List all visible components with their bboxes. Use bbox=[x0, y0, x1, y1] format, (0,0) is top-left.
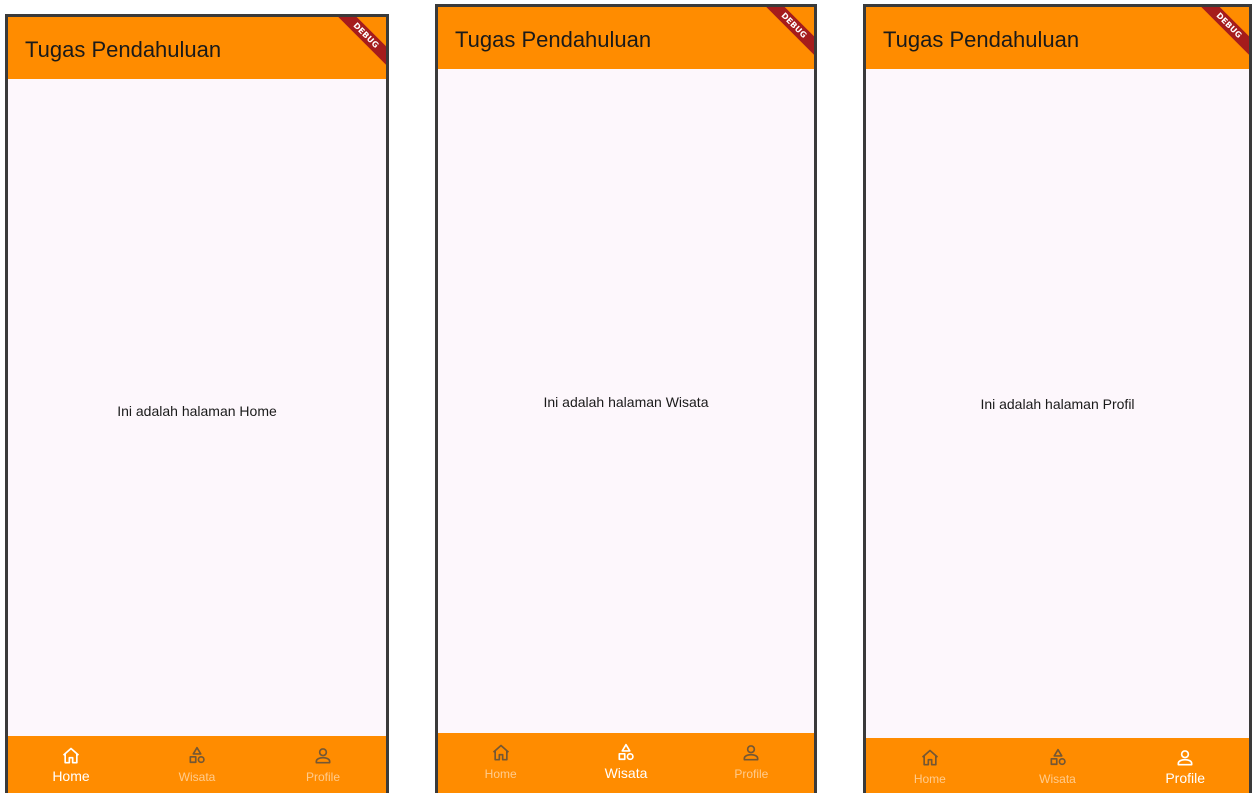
debug-label: DEBUG bbox=[1196, 7, 1249, 59]
nav-label-profile: Profile bbox=[305, 770, 340, 784]
app-bar-title: Tugas Pendahuluan bbox=[883, 27, 1080, 52]
debug-label: DEBUG bbox=[761, 7, 814, 59]
nav-label-home: Home bbox=[52, 768, 90, 784]
page-message: Ini adalah halaman Wisata bbox=[543, 394, 709, 410]
debug-banner: DEBUG bbox=[1189, 7, 1249, 67]
nav-item-profile[interactable]: Profile bbox=[1121, 738, 1249, 793]
nav-item-home[interactable]: Home bbox=[866, 738, 994, 793]
nav-label-home: Home bbox=[484, 767, 517, 781]
nav-item-wisata[interactable]: Wisata bbox=[563, 733, 688, 793]
nav-item-profile[interactable]: Profile bbox=[260, 736, 386, 793]
app-bar: Tugas Pendahuluan DEBUG bbox=[438, 7, 814, 69]
page-message: Ini adalah halaman Home bbox=[117, 403, 277, 419]
phone-screen-profile: Tugas Pendahuluan DEBUG Ini adalah halam… bbox=[863, 4, 1252, 793]
bottom-navigation-bar: Home Wisata Profile bbox=[8, 736, 386, 793]
bottom-navigation-bar: Home Wisata Profile bbox=[438, 733, 814, 793]
app-bar-title: Tugas Pendahuluan bbox=[25, 37, 222, 62]
person-icon bbox=[1177, 750, 1193, 766]
debug-banner: DEBUG bbox=[326, 17, 386, 77]
shapes-icon bbox=[1050, 748, 1066, 766]
person-icon bbox=[315, 748, 331, 764]
nav-item-wisata[interactable]: Wisata bbox=[994, 738, 1122, 793]
nav-item-home[interactable]: Home bbox=[8, 736, 134, 793]
nav-label-home: Home bbox=[913, 772, 946, 786]
shapes-icon bbox=[618, 743, 634, 761]
shapes-icon bbox=[189, 746, 205, 764]
debug-banner: DEBUG bbox=[754, 7, 814, 67]
app-bar: Tugas Pendahuluan DEBUG bbox=[866, 7, 1249, 69]
page-body: Ini adalah halaman Wisata bbox=[438, 69, 814, 733]
nav-label-wisata: Wisata bbox=[178, 770, 216, 784]
page-message: Ini adalah halaman Profil bbox=[980, 396, 1135, 412]
page-body: Ini adalah halaman Home bbox=[8, 79, 386, 736]
home-icon bbox=[62, 747, 80, 764]
nav-item-home[interactable]: Home bbox=[438, 733, 563, 793]
app-bar: Tugas Pendahuluan DEBUG bbox=[8, 17, 386, 79]
home-icon bbox=[492, 744, 509, 761]
phone-screen-home: Tugas Pendahuluan DEBUG Ini adalah halam… bbox=[5, 14, 389, 793]
bottom-navigation-bar: Home Wisata Profile bbox=[866, 738, 1249, 793]
debug-label: DEBUG bbox=[333, 17, 386, 69]
nav-item-wisata[interactable]: Wisata bbox=[134, 736, 260, 793]
nav-item-profile[interactable]: Profile bbox=[689, 733, 814, 793]
page-body: Ini adalah halaman Profil bbox=[866, 69, 1249, 738]
person-icon bbox=[743, 745, 759, 761]
nav-label-wisata: Wisata bbox=[604, 765, 648, 781]
home-icon bbox=[921, 749, 938, 766]
app-bar-title: Tugas Pendahuluan bbox=[455, 27, 652, 52]
nav-label-wisata: Wisata bbox=[1039, 772, 1076, 786]
phone-screen-wisata: Tugas Pendahuluan DEBUG Ini adalah halam… bbox=[435, 4, 817, 793]
nav-label-profile: Profile bbox=[734, 767, 769, 781]
nav-label-profile: Profile bbox=[1165, 770, 1206, 786]
